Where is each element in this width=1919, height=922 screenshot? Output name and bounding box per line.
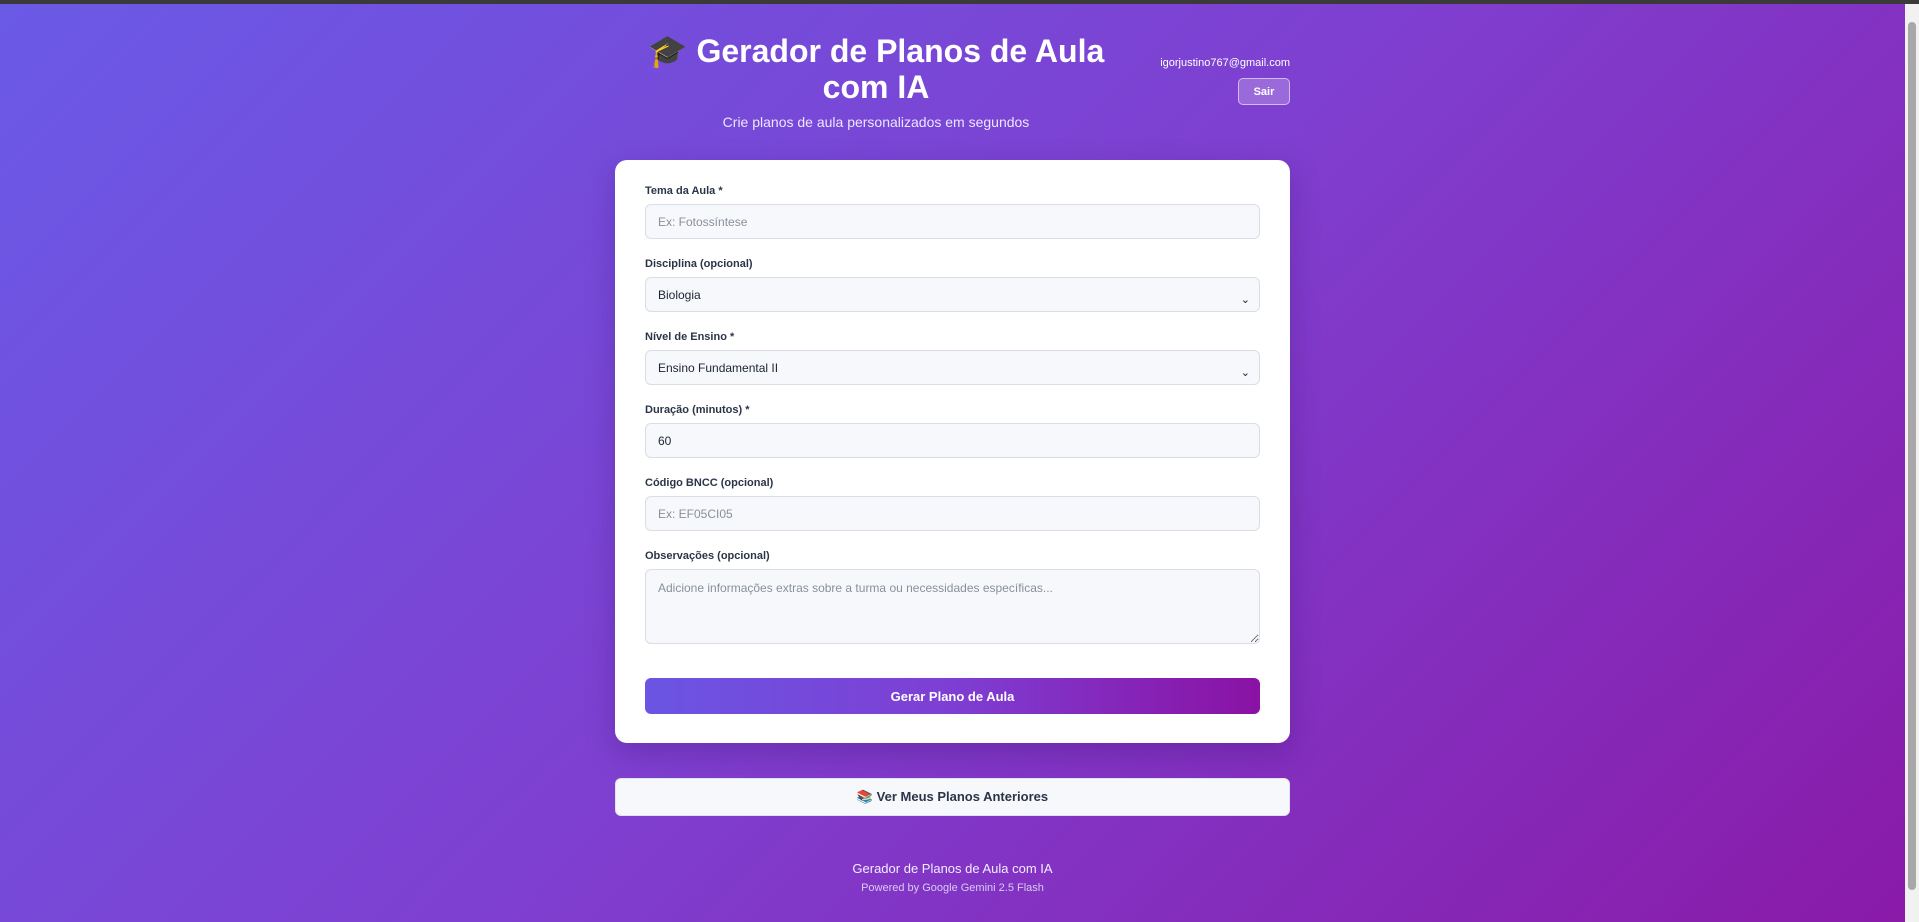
page-scrollbar[interactable] <box>1905 4 1919 922</box>
level-field: Nível de Ensino * Ensino Fundamental II … <box>645 331 1260 385</box>
duration-label: Duração (minutos) * <box>645 404 750 416</box>
subject-select[interactable]: Biologia <box>645 277 1260 312</box>
logout-button[interactable]: Sair <box>1238 78 1290 105</box>
notes-field: Observações (opcional) <box>645 550 1260 644</box>
bncc-input[interactable] <box>645 496 1260 531</box>
bncc-label: Código BNCC (opcional) <box>645 477 774 489</box>
bncc-field: Código BNCC (opcional) <box>645 477 1260 531</box>
duration-input[interactable] <box>645 423 1260 458</box>
generate-plan-button[interactable]: Gerar Plano de Aula <box>645 678 1260 714</box>
topic-label: Tema da Aula * <box>645 185 723 197</box>
notes-label: Observações (opcional) <box>645 550 770 562</box>
page-subtitle: Crie planos de aula personalizados em se… <box>722 114 1030 130</box>
footer-powered-by: Powered by Google Gemini 2.5 Flash <box>861 882 1044 894</box>
notes-textarea[interactable] <box>645 569 1260 644</box>
view-previous-plans-button[interactable]: 📚 Ver Meus Planos Anteriores <box>615 778 1290 816</box>
subject-label: Disciplina (opcional) <box>645 258 753 270</box>
lesson-plan-form-card: Tema da Aula * Disciplina (opcional) Bio… <box>615 160 1290 743</box>
user-email: igorjustino767@gmail.com <box>1160 57 1290 69</box>
page-header: 🎓 Gerador de Planos de Aula com IA Crie … <box>615 33 1290 133</box>
topic-field: Tema da Aula * <box>645 185 1260 239</box>
scrollbar-thumb[interactable] <box>1908 22 1916 890</box>
browser-top-bar <box>0 0 1919 4</box>
footer-title: Gerador de Planos de Aula com IA <box>852 861 1053 876</box>
duration-field: Duração (minutos) * <box>645 404 1260 458</box>
level-label: Nível de Ensino * <box>645 331 735 343</box>
topic-input[interactable] <box>645 204 1260 239</box>
subject-field: Disciplina (opcional) Biologia ⌄ <box>645 258 1260 312</box>
level-select[interactable]: Ensino Fundamental II <box>645 350 1260 385</box>
page-title: 🎓 Gerador de Planos de Aula com IA <box>647 33 1105 105</box>
